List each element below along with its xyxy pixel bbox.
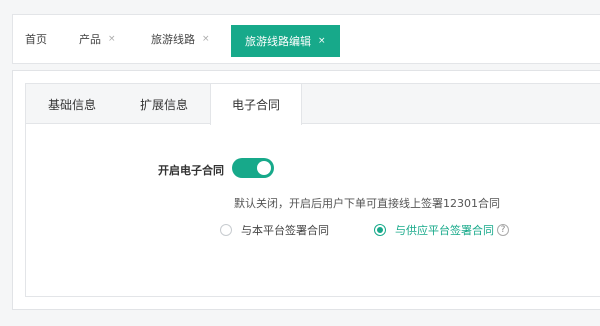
toggle-knob <box>257 161 271 175</box>
tab-label: 基础信息 <box>47 97 96 112</box>
tab-extended-info[interactable]: 扩展信息 <box>118 84 210 124</box>
close-icon[interactable]: × <box>318 36 326 46</box>
e-contract-label: 开启电子合同 <box>158 164 224 177</box>
tab-basic-info[interactable]: 基础信息 <box>26 84 118 124</box>
help-icon[interactable]: ? <box>497 224 509 236</box>
page-tab-label: 旅游线路编辑 <box>245 35 311 48</box>
option-label: 与本平台签署合同 <box>241 224 329 237</box>
page-tab-bar: 首页 产品 × 旅游线路 × 旅游线路编辑 × <box>12 14 600 64</box>
page-tab-label: 产品 <box>79 33 101 46</box>
radio-button[interactable] <box>220 224 232 236</box>
tab-panel: 基础信息 扩展信息 电子合同 开启电子合同 默认关闭，开启后用户下单可直接线上签… <box>25 83 600 297</box>
sub-tab-bar: 基础信息 扩展信息 电子合同 <box>26 84 600 125</box>
option-platform-contract[interactable]: 与本平台签署合同 <box>220 222 329 238</box>
tab-e-contract[interactable]: 电子合同 <box>210 84 302 125</box>
e-contract-hint: 默认关闭，开启后用户下单可直接线上签署12301合同 <box>234 197 500 210</box>
tab-label: 电子合同 <box>231 98 280 112</box>
close-icon[interactable]: × <box>108 34 116 44</box>
radio-button-checked[interactable] <box>374 224 386 236</box>
page-tab-route-edit[interactable]: 旅游线路编辑 × <box>231 25 340 57</box>
close-icon[interactable]: × <box>202 34 210 44</box>
tab-label: 扩展信息 <box>139 97 188 112</box>
option-label: 与供应平台签署合同 <box>395 224 494 237</box>
page-tab-label: 旅游线路 <box>151 33 195 46</box>
e-contract-toggle[interactable] <box>232 158 274 178</box>
option-supplier-contract[interactable]: 与供应平台签署合同 ? <box>374 222 509 238</box>
content-card: 基础信息 扩展信息 电子合同 开启电子合同 默认关闭，开启后用户下单可直接线上签… <box>12 70 600 310</box>
page-tab-routes[interactable]: 旅游线路 × <box>151 15 210 63</box>
page-tab-label: 首页 <box>25 33 47 46</box>
page-tab-products[interactable]: 产品 × <box>79 15 116 63</box>
page-tab-home[interactable]: 首页 <box>25 15 47 63</box>
